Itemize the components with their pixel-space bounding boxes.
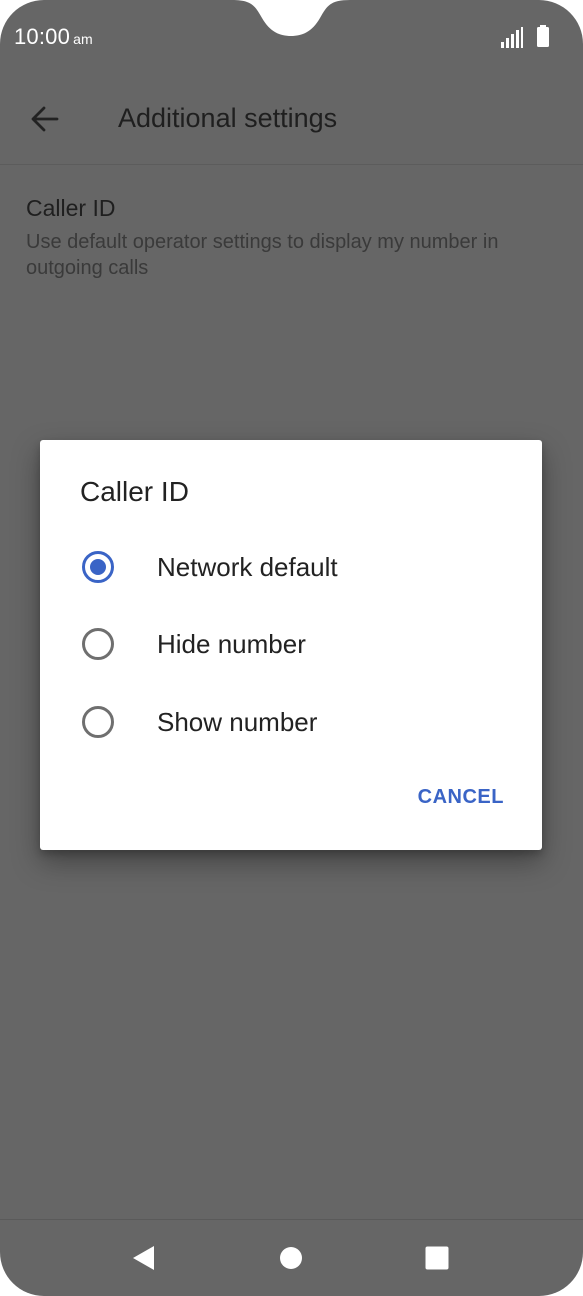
cancel-button[interactable]: CANCEL <box>404 778 518 817</box>
radio-unselected-icon[interactable] <box>81 705 115 739</box>
page-title: Additional settings <box>118 103 338 133</box>
option-label: Hide number <box>157 629 306 659</box>
option-network-default[interactable]: Network default <box>40 532 542 602</box>
app-bar: Additional settings <box>0 76 583 165</box>
recents-square-icon[interactable] <box>425 1246 449 1270</box>
back-triangle-icon[interactable] <box>130 1244 156 1272</box>
option-label: Show number <box>157 707 318 737</box>
radio-unselected-icon[interactable] <box>81 627 115 661</box>
navigation-bar <box>0 1219 583 1296</box>
caller-id-dialog: Caller ID Network default Hide number Sh <box>40 440 542 850</box>
dialog-title: Caller ID <box>80 476 189 507</box>
phone-screen: 10:00 am Additional settings Caller ID U… <box>0 0 583 1296</box>
home-circle-icon[interactable] <box>279 1246 303 1270</box>
screen-frame: 10:00 am Additional settings Caller ID U… <box>0 0 583 1296</box>
radio-selected-icon[interactable] <box>81 550 115 584</box>
option-hide-number[interactable]: Hide number <box>40 609 542 679</box>
camera-notch <box>232 0 350 36</box>
arrow-left-icon[interactable] <box>22 96 68 142</box>
setting-summary: Use default operator settings to display… <box>26 231 499 279</box>
setting-title: Caller ID <box>26 195 116 221</box>
option-show-number[interactable]: Show number <box>40 687 542 757</box>
caller-id-setting[interactable]: Caller ID Use default operator settings … <box>0 180 583 290</box>
option-label: Network default <box>157 552 338 582</box>
